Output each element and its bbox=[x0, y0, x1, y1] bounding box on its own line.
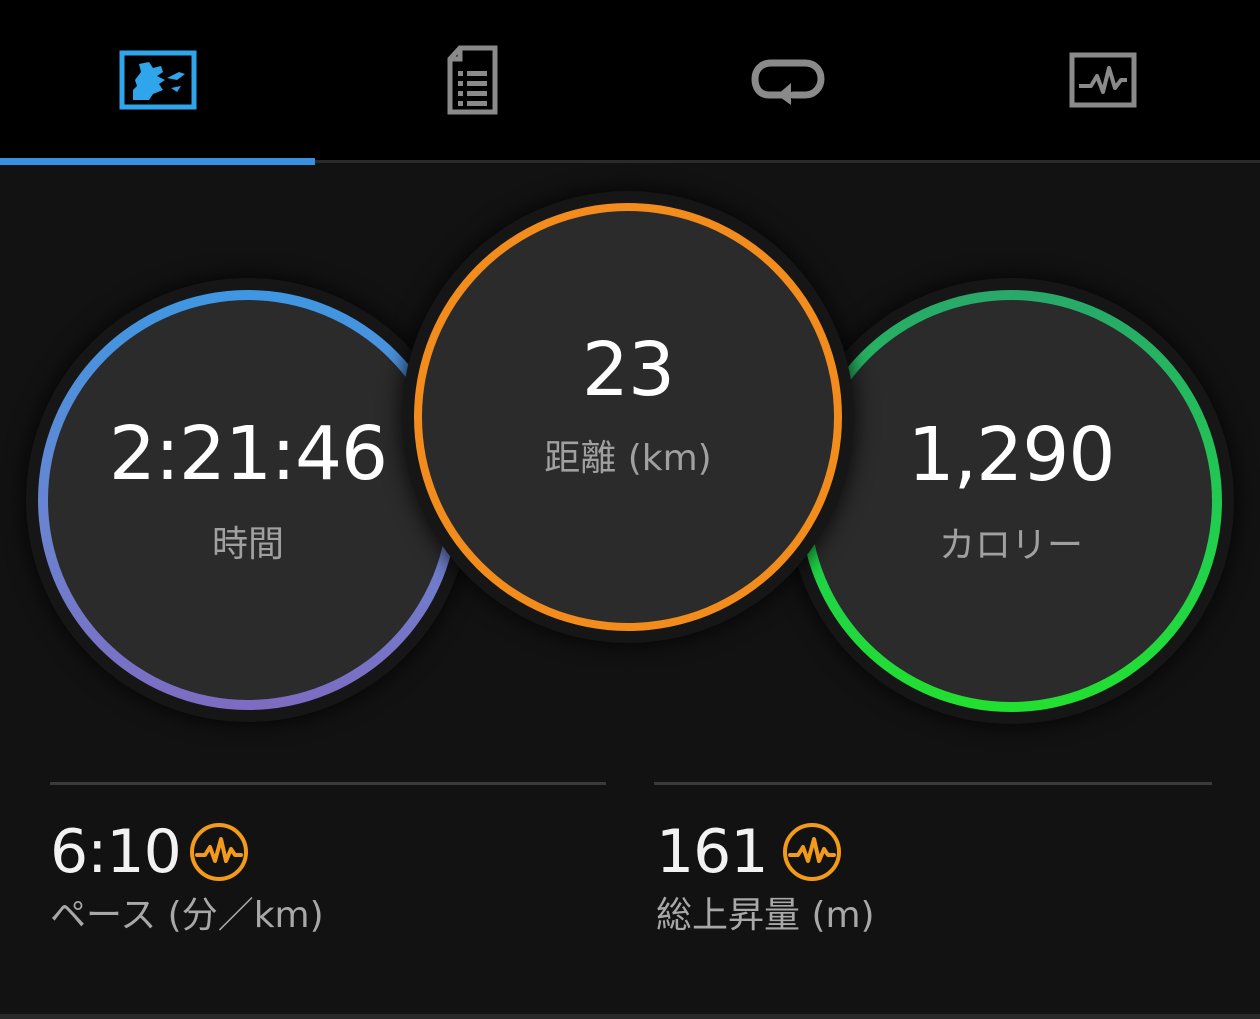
time-label: 時間 bbox=[211, 524, 284, 565]
chart-pulse-icon bbox=[1069, 52, 1136, 108]
calories-circle[interactable]: 1,290 カロリー bbox=[800, 290, 1222, 712]
elevation-divider bbox=[654, 782, 1212, 785]
loop-icon bbox=[750, 59, 825, 105]
calories-circle-face bbox=[810, 300, 1212, 702]
distance-value: 23 bbox=[581, 327, 675, 413]
tab-summary[interactable] bbox=[0, 0, 315, 160]
time-value: 2:21:46 bbox=[108, 411, 388, 497]
distance-circle-face bbox=[422, 211, 834, 623]
tab-laps[interactable] bbox=[630, 0, 945, 160]
pace-divider bbox=[50, 782, 606, 785]
tab-bar bbox=[0, 0, 1260, 160]
calories-label: カロリー bbox=[938, 525, 1083, 566]
elevation-value: 161 bbox=[656, 817, 769, 887]
calories-value: 1,290 bbox=[907, 412, 1116, 498]
document-list-icon bbox=[447, 45, 497, 115]
pulse-badge-icon[interactable] bbox=[781, 821, 843, 883]
time-circle-face bbox=[48, 300, 448, 700]
selected-tab-indicator bbox=[0, 158, 315, 165]
time-circle[interactable]: 2:21:46 時間 bbox=[38, 290, 458, 710]
pace-label: ペース (分／km) bbox=[50, 895, 324, 936]
tab-details[interactable] bbox=[315, 0, 630, 160]
pulse-badge-icon[interactable] bbox=[188, 821, 250, 883]
tab-bar-divider bbox=[315, 160, 1260, 163]
distance-label: 距離 (km) bbox=[544, 438, 712, 479]
elevation-label: 総上昇量 (m) bbox=[656, 895, 875, 936]
activity-photo-icon bbox=[119, 50, 196, 110]
bottom-edge bbox=[0, 1014, 1260, 1019]
pace-value: 6:10 bbox=[50, 817, 182, 887]
tab-charts[interactable] bbox=[945, 0, 1260, 160]
distance-circle[interactable]: 23 距離 (km) bbox=[414, 203, 842, 631]
